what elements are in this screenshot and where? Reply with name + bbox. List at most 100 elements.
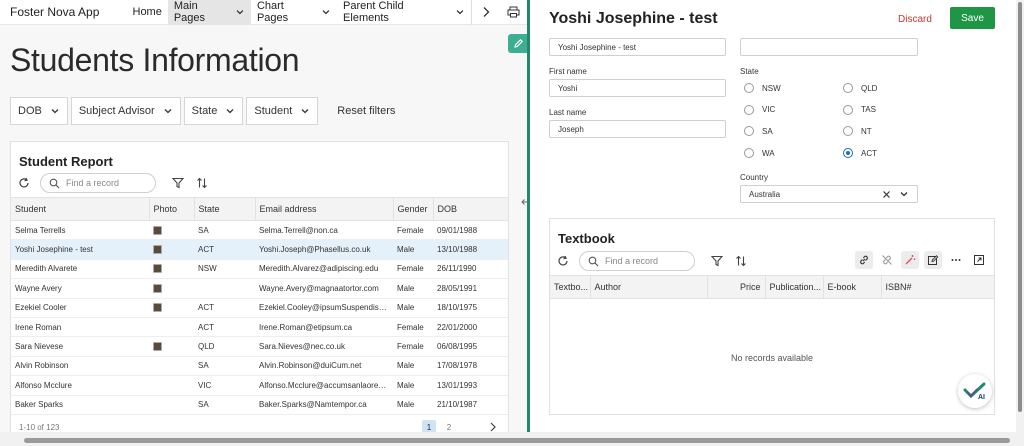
last-name-field[interactable]: Joseph [549, 120, 726, 138]
vertical-scrollbar[interactable] [1016, 0, 1024, 432]
unlink-button[interactable] [878, 251, 896, 269]
column-header[interactable]: E-book [823, 275, 882, 299]
filter-label: Student [254, 105, 293, 117]
radio-button[interactable] [744, 148, 754, 159]
refresh-button[interactable] [16, 175, 32, 191]
link-button[interactable] [855, 251, 873, 269]
filter-subject-advisor[interactable]: Subject Advisor [70, 97, 181, 125]
magic-button[interactable] [901, 251, 919, 269]
country-select[interactable]: Australia [740, 185, 918, 203]
column-header[interactable]: Publication... [765, 275, 824, 299]
column-header[interactable]: Student [11, 197, 150, 221]
sort-button[interactable] [194, 175, 210, 191]
table-row[interactable]: Sara Nievese QLD Sara.Nieves@nec.co.uk Fema… [11, 336, 508, 357]
print-button[interactable] [499, 0, 527, 25]
nav-scroll-right-button[interactable] [472, 0, 500, 25]
more-button[interactable] [947, 251, 965, 269]
scroll-thumb[interactable] [1018, 2, 1022, 412]
cell-gender: Male [393, 298, 433, 318]
cell-dob: 09/01/1988 [433, 220, 508, 241]
column-header[interactable]: Photo [149, 197, 195, 221]
column-header[interactable]: Email address [255, 197, 394, 221]
column-header[interactable]: ISBN# [881, 275, 994, 299]
filter-label: DOB [18, 105, 42, 117]
column-header[interactable]: Author [590, 275, 708, 299]
column-header[interactable]: Price [707, 275, 766, 299]
column-header[interactable]: DOB [433, 197, 508, 221]
student-report-card: Student Report Find a record Student Pho… [10, 141, 509, 432]
state-radio-vic[interactable]: VIC [744, 104, 775, 115]
radio-button[interactable] [843, 83, 853, 93]
table-row[interactable]: Baker Sparks SA Baker.Sparks@Namtempor.ca M… [11, 395, 508, 415]
nav-item-parent-child-elements[interactable]: Parent Child Elements [337, 0, 471, 25]
ai-assistant-button[interactable]: AI [958, 374, 992, 408]
state-radio-sa[interactable]: SA [744, 126, 773, 137]
filter-dob[interactable]: DOB [10, 97, 68, 125]
column-header[interactable]: Textbo... [550, 275, 591, 299]
students-page: Foster Nova App Home Main Pages Chart Pa… [0, 0, 527, 432]
filter-button[interactable] [709, 253, 725, 269]
open-external-button[interactable] [970, 251, 988, 269]
cell-email: Wayne.Avery@magnaatortor.com [255, 278, 393, 299]
cell-gender: Male [393, 278, 433, 299]
table-row[interactable]: Alfonso Mcclure VIC Alfonso.Mcclure@accums… [11, 375, 508, 396]
table-row[interactable]: Selma Terrells SA Selma.Terrell@non.ca Fema… [11, 220, 508, 241]
save-button[interactable]: Save [950, 7, 995, 29]
state-radio-wa[interactable]: WA [744, 148, 775, 159]
nav-item-home[interactable]: Home [127, 0, 168, 25]
radio-button[interactable] [843, 126, 853, 137]
table-row[interactable]: Irene Roman ACT Irene.Roman@etipsum.ca Fema… [11, 317, 508, 338]
table-row[interactable]: Ezekiel Cooler ACT Ezekiel.Cooley@ipsumSus… [11, 298, 508, 318]
sort-button[interactable] [733, 253, 749, 269]
radio-label: SA [762, 126, 773, 136]
cell-gender: Female [393, 317, 433, 338]
state-radio-qld[interactable]: QLD [843, 83, 877, 93]
cell-student: Baker Sparks [11, 395, 149, 415]
table-header-row: Student Photo State Email address Gender… [11, 197, 508, 221]
page-button-1[interactable]: 1 [422, 420, 436, 432]
chevron-down-icon[interactable] [899, 189, 909, 199]
cell-gender: Male [393, 239, 433, 260]
reset-filters-button[interactable]: Reset filters [337, 105, 395, 117]
scroll-thumb[interactable] [24, 438, 1010, 443]
radio-button[interactable] [744, 126, 754, 137]
edit-tab-button[interactable] [508, 34, 527, 53]
column-header[interactable]: State [194, 197, 256, 221]
radio-button[interactable] [744, 83, 754, 93]
table-row[interactable]: Yoshi Josephine - test ACT Yoshi.Joseph@Ph… [11, 239, 508, 260]
table-row[interactable]: Wayne Avery Wayne.Avery@magnaatortor.com M… [11, 278, 508, 299]
table-row[interactable]: Meredith Alvarete NSW Meredith.Alvarez@adi… [11, 259, 508, 280]
discard-button[interactable]: Discard [898, 10, 932, 28]
state-radio-nt[interactable]: NT [843, 126, 872, 137]
column-header[interactable]: Gender [393, 197, 434, 221]
nav-item-main-pages[interactable]: Main Pages [167, 0, 251, 25]
secondary-field[interactable] [740, 38, 918, 56]
state-radio-tas[interactable]: TAS [843, 104, 876, 115]
student-name-field[interactable]: Yoshi Josephine - test [549, 38, 726, 56]
filter-state[interactable]: State [183, 97, 244, 125]
next-page-button[interactable] [486, 420, 500, 432]
cell-gender: Male [393, 395, 433, 415]
filter-student[interactable]: Student [246, 97, 319, 125]
first-name-field[interactable]: Yoshi [549, 79, 726, 97]
student-photo [153, 342, 162, 352]
radio-button[interactable] [744, 104, 754, 115]
state-radio-nsw[interactable]: NSW [744, 83, 781, 93]
filter-button[interactable] [170, 175, 186, 191]
radio-button[interactable] [843, 104, 853, 115]
radio-button[interactable] [843, 148, 853, 159]
photo-cell [149, 220, 194, 241]
cell-student: Sara Nievese [11, 336, 149, 357]
close-icon[interactable] [882, 190, 891, 199]
edit-button[interactable] [924, 251, 942, 269]
state-radio-act[interactable]: ACT [843, 148, 877, 159]
link-icon [860, 255, 868, 265]
horizontal-scrollbar[interactable] [0, 432, 1024, 446]
table-row[interactable]: Alvin Robinson SA Alvin.Robinson@duiCum.ne… [11, 356, 508, 377]
report-search[interactable]: Find a record [40, 173, 156, 193]
refresh-button[interactable] [555, 253, 571, 269]
cell-student: Yoshi Josephine - test [11, 239, 149, 260]
nav-item-chart-pages[interactable]: Chart Pages [251, 0, 337, 25]
page-button-2[interactable]: 2 [442, 420, 456, 432]
textbook-search[interactable]: Find a record [579, 251, 695, 271]
